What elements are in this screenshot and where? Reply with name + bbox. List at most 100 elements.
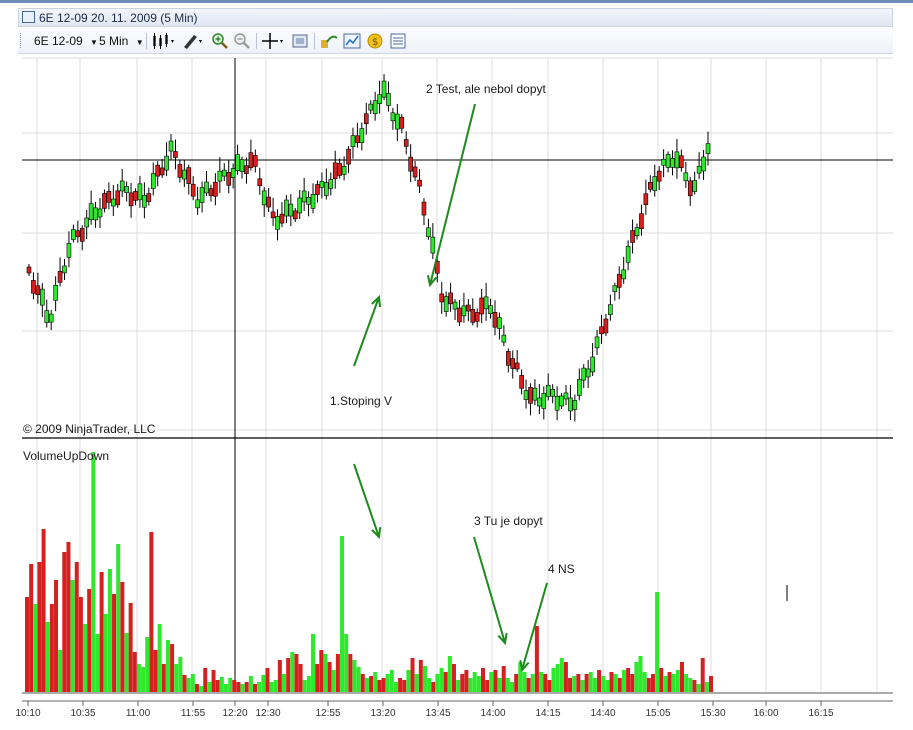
volume-bar [232,680,237,692]
crosshair-icon[interactable] [261,32,287,50]
x-axis-ticks: 10:10 10:35 11:00 11:55 12:20 12:30 12:55 13:20… [15,701,834,719]
volume-bar [45,622,50,692]
indicators-icon[interactable] [343,32,361,50]
volume-bar [431,682,436,692]
volume-bar [688,678,693,692]
volume-bar [211,670,216,692]
candle-body [692,180,697,192]
chart-window-titlebar[interactable]: 6E 12-09 20. 11. 2009 (5 Min) [18,8,893,27]
volume-bar [642,672,647,692]
candle-body [346,148,351,165]
candle-body [687,180,693,197]
candle-body [488,305,493,314]
volume-bar [369,676,374,692]
volume-bar [406,670,411,692]
volume-bar [381,678,386,692]
x-tick-label: 12:20 [222,708,247,719]
volume-bar [248,676,253,692]
x-tick-label: 14:00 [480,708,505,719]
candle-body [40,288,45,306]
candle-body [221,169,227,177]
candle-body [501,334,507,343]
volume-bar [576,674,581,692]
candle-body [670,158,675,168]
candle-body [48,313,54,323]
candle-body [332,162,338,180]
volume-bar [439,668,444,692]
volume-bar [170,644,175,692]
annotation-dopyt[interactable]: 3 Tu je dopyt [474,514,543,528]
volume-bar [352,660,357,692]
volume-bar [671,674,676,692]
volume-bar [559,658,564,692]
volume-bar [70,580,75,692]
volume-bar [497,678,502,692]
candle-body [492,311,498,328]
volume-bar [83,624,88,692]
strategy-icon[interactable]: $ [366,32,384,50]
annotation-arrow-shaft [353,463,380,538]
volume-bar [103,614,108,692]
drawing-pen-icon[interactable] [181,32,205,50]
volume-bar [74,562,79,692]
annotation-test[interactable]: 2 Test, ale nebol dopyt [426,82,547,96]
candle-body [705,143,711,154]
volume-bar [601,676,606,692]
interval-label: 5 Min [99,34,129,48]
volume-bar [207,682,212,692]
volume-bar [107,569,112,692]
candle-body [168,140,174,152]
candle-body [665,154,671,168]
x-tick-label: 10:10 [15,708,40,719]
volume-bar [29,564,34,692]
candle-body [155,164,160,177]
candle-body [581,367,587,381]
volume-bar [464,670,469,692]
candle-body [674,151,680,169]
annotation-stoping-v[interactable]: 1.Stoping V [330,394,392,408]
volume-bar [356,667,361,692]
annotation-arrows[interactable] [353,103,548,673]
volume-bar [543,674,548,692]
candle-body [559,395,564,407]
candle-body [199,187,205,203]
volume-bar [539,672,544,692]
instrument-selector[interactable]: 6E 12-09 ▼ [34,32,98,50]
toolbar-grip[interactable] [20,33,23,48]
chart-canvas[interactable]: 10:10 10:35 11:00 11:55 12:20 12:30 12:55 13:20… [0,54,913,730]
x-tick-label: 11:55 [181,708,206,719]
bar-type-icon[interactable] [151,32,177,50]
candle-body [319,181,325,188]
candle-body [213,181,218,197]
volume-bar [335,654,340,692]
volume-bar [54,580,59,692]
candle-body [648,181,653,190]
zoom-in-icon[interactable] [211,32,229,50]
candle-body [577,379,582,396]
x-tick-label: 15:05 [645,708,670,719]
volume-bar [650,674,655,692]
candle-body [31,280,36,294]
candle-body [337,163,342,176]
candle-body [93,207,98,221]
volume-bar [87,589,92,692]
volume-bar [244,682,249,692]
candle-body [324,182,329,196]
annotation-ns[interactable]: 4 NS [548,562,575,576]
volume-bar [485,680,490,692]
volume-bar [116,544,121,692]
properties-icon[interactable] [389,32,407,50]
volume-bar [95,634,100,692]
zoom-out-icon[interactable] [233,32,251,50]
volume-bar [700,658,705,692]
candle-body [683,172,689,182]
volume-bar [510,682,515,692]
snapshot-icon[interactable] [291,32,309,50]
candle-body [532,387,538,401]
data-box-icon[interactable] [320,32,338,50]
volume-bar [398,678,403,692]
interval-selector[interactable]: 5 Min ▼ [99,32,144,50]
candle-body [679,155,684,168]
candle-body [71,229,76,240]
volume-bar [257,682,262,692]
